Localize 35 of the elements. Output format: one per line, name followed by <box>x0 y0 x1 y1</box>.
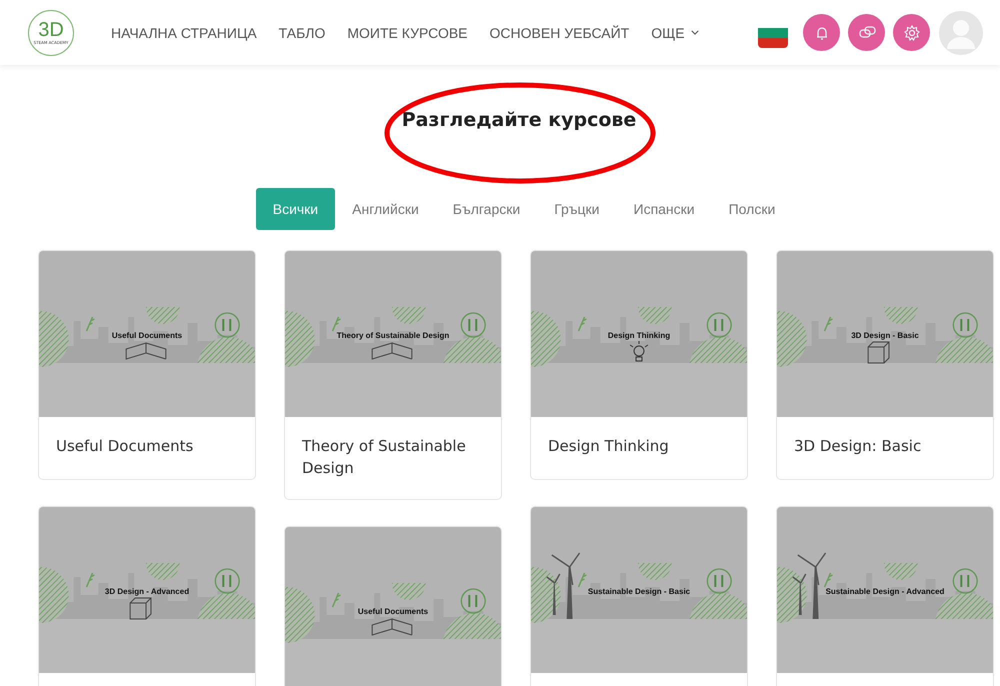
course-card[interactable]: Sustainable Design - Advanced <box>776 506 994 686</box>
banner-title: Design Thinking <box>606 331 672 340</box>
banner-title: Sustainable Design - Advanced <box>824 587 946 596</box>
course-card[interactable]: Useful Documents <box>284 526 502 686</box>
page-heading: Разгледайте курсове <box>402 109 636 133</box>
course-title[interactable]: 3D Design: Basic <box>794 435 976 457</box>
course-title[interactable]: Design Thinking <box>548 435 730 457</box>
nav-link[interactable]: НАЧАЛНА СТРАНИЦА <box>111 24 257 40</box>
course-card[interactable]: Design Thinking Design Thinking <box>530 250 748 480</box>
course-card[interactable]: 3D Design - Advanced <box>38 506 256 686</box>
nav-link[interactable]: ТАБЛО <box>278 24 326 40</box>
filter-tab[interactable]: Полски <box>712 188 792 230</box>
nav-link[interactable]: ОСНОВЕН УЕБСАЙТ <box>490 24 630 40</box>
banner-title: 3D Design - Basic <box>850 331 920 340</box>
messages-button[interactable] <box>848 14 885 51</box>
banner-title: Theory of Sustainable Design <box>336 331 450 340</box>
gear-icon <box>902 22 922 42</box>
filter-tab[interactable]: Английски <box>335 188 436 230</box>
settings-button[interactable] <box>893 14 930 51</box>
filter-tab[interactable]: Гръцки <box>537 188 616 230</box>
banner-title: Useful Documents <box>356 607 430 616</box>
banner-title: 3D Design - Advanced <box>104 587 190 596</box>
course-title[interactable]: Theory of Sustainable Design <box>302 435 484 479</box>
course-card[interactable]: Theory of Sustainable Design Theory of Sustainable Design <box>284 250 502 500</box>
banner-title: Sustainable Design - Basic <box>586 587 692 596</box>
course-card[interactable]: Useful Documents Useful Documents <box>38 250 256 480</box>
notifications-button[interactable] <box>803 14 840 51</box>
course-title[interactable]: Useful Documents <box>56 435 238 457</box>
filter-tab[interactable]: Испански <box>616 188 712 230</box>
course-card[interactable]: Sustainable Design - Basic <box>530 506 748 686</box>
banner-title: Useful Documents <box>110 331 184 340</box>
nav-link[interactable]: ОЩЕ <box>651 24 699 40</box>
course-card[interactable]: 3D Design - Basic 3D Design: Basic <box>776 250 994 480</box>
filter-tab[interactable]: Български <box>436 188 538 230</box>
nav-link[interactable]: МОИТЕ КУРСОВЕ <box>347 24 468 40</box>
